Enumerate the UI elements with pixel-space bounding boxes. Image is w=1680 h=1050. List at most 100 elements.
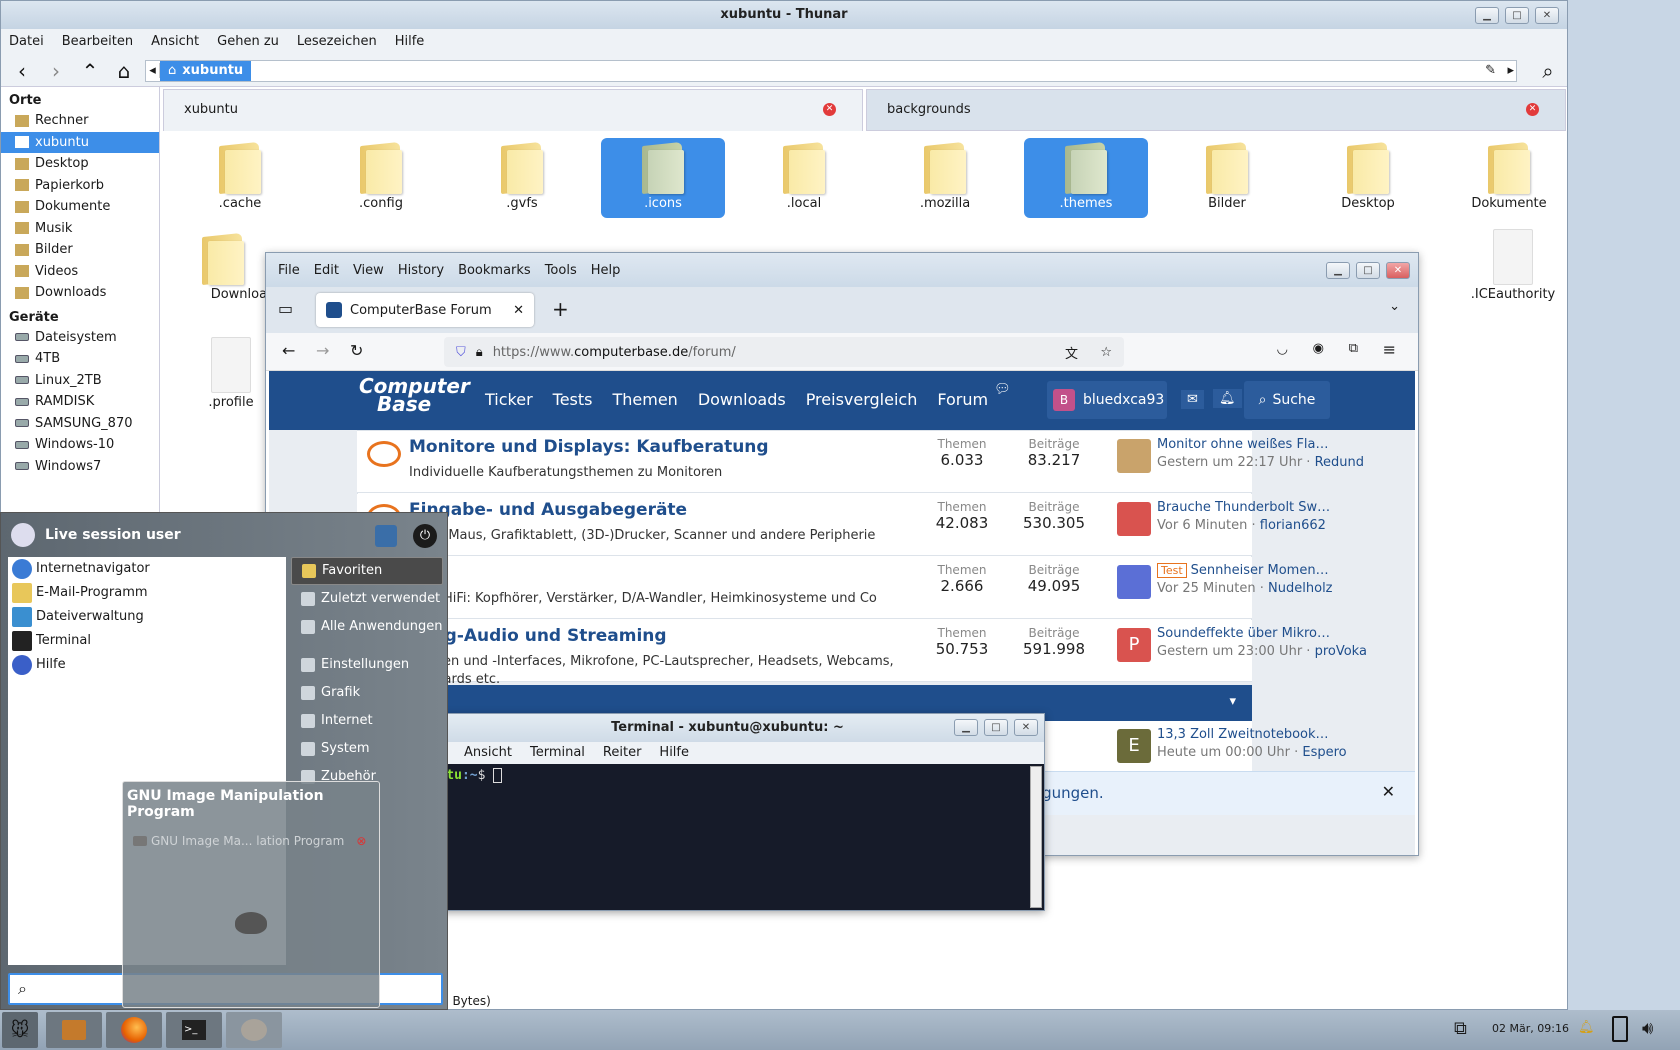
reload-icon[interactable]: ↻ [350,341,363,360]
cb-search-button[interactable]: ⌕ Suche [1244,381,1330,419]
volume-icon[interactable]: 🔊︎ [1642,1018,1653,1039]
file-item[interactable]: .config [319,138,443,218]
path-right-arrow-icon[interactable]: ▸ [1507,63,1514,78]
tab-list-icon[interactable]: ⌄ [1389,299,1400,314]
pocket-icon[interactable]: ◡ [1277,342,1288,357]
file-item[interactable]: Dokumente [1447,138,1571,218]
tab-overview-icon[interactable]: ▭ [278,299,293,318]
forum-title[interactable]: Eingabe- und Ausgabegeräte [409,500,687,520]
file-item[interactable]: .ICEauthority [1451,229,1575,309]
file-item[interactable]: .gvfs [460,138,584,218]
file-item[interactable]: Download [178,229,275,309]
sidebar-item-papierkorb[interactable]: Papierkorb [1,175,159,197]
file-item[interactable]: .themes [1024,138,1148,218]
bookmark-star-icon[interactable]: ☆ [1100,345,1112,360]
tab-xubuntu[interactable]: xubuntu ✕ [163,89,863,131]
file-item[interactable]: Desktop [1306,138,1430,218]
last-post-user[interactable]: florian662 [1260,518,1326,533]
menu-gehen-zu[interactable]: Gehen zu [217,29,279,55]
menu-edit[interactable]: Edit [314,263,339,278]
sidebar-item-videos[interactable]: Videos [1,261,159,283]
menu-ansicht[interactable]: Ansicht [151,29,199,55]
browser-tab[interactable]: ComputerBase Forum ✕ [316,293,534,327]
category-1[interactable]: Zuletzt verwendet [291,585,443,613]
favorite-item-1[interactable]: E-Mail-Programm [8,581,286,605]
nav-preisvergleich[interactable]: Preisvergleich [806,390,918,409]
tab-close-icon[interactable]: ✕ [823,103,836,116]
minimize-button[interactable]: ▁ [1475,7,1499,24]
sidebar-device-windows7[interactable]: Windows7 [1,456,159,478]
mail-icon[interactable]: ✉ [1181,390,1204,409]
sidebar-device-linux_2tb[interactable]: Linux_2TB [1,370,159,392]
search-icon[interactable]: ⌕ [1535,58,1561,84]
sidebar-device-windows-10[interactable]: Windows-10 [1,434,159,456]
last-post-title[interactable]: Brauche Thunderbolt Switch … [1157,500,1332,515]
menu-help[interactable]: Help [591,263,621,278]
edit-path-icon[interactable]: ✎ [1485,63,1496,78]
favorite-item-4[interactable]: Hilfe [8,653,286,677]
menu-history[interactable]: History [398,263,444,278]
last-post-title[interactable]: 13,3 Zoll Zweitnotebook gebr… [1157,727,1332,742]
whisker-menu-button[interactable]: 🐭︎ [2,1012,38,1048]
last-post-user[interactable]: Redund [1315,455,1364,470]
sidebar-device-4tb[interactable]: 4TB [1,348,159,370]
menu-ansicht[interactable]: Ansicht [464,742,512,764]
terminal-scrollbar[interactable] [1030,766,1042,908]
location-button[interactable]: ⌂ xubuntu [160,60,252,81]
file-item[interactable]: Bilder [1165,138,1289,218]
nav-forum[interactable]: Forum [937,390,988,409]
firefox-titlebar[interactable]: File Edit View History Bookmarks Tools H… [266,253,1418,287]
terminal-output[interactable]: ubuntu:~$ [411,764,1044,787]
location-bar[interactable]: ◂ ⌂ xubuntu ✎ ▸ [145,59,1517,82]
tooltip-item[interactable]: GNU Image Ma... lation Program ⊗ [123,834,379,848]
url-bar[interactable]: ⛉ 🔒︎ https://www.computerbase.de/forum/ … [444,337,1124,367]
sidebar-item-dokumente[interactable]: Dokumente [1,196,159,218]
maximize-button[interactable]: □ [984,719,1008,736]
sidebar-item-desktop[interactable]: Desktop [1,153,159,175]
nav-downloads[interactable]: Downloads [698,390,786,409]
menu-terminal[interactable]: Terminal [530,742,585,764]
close-button[interactable]: ✕ [1386,262,1410,279]
cb-user-box[interactable]: B bluedxca93 [1047,381,1167,419]
category-5[interactable]: Internet [291,707,443,735]
file-item[interactable]: .local [742,138,866,218]
tab-close-icon[interactable]: ✕ [1526,103,1539,116]
favorite-item-0[interactable]: Internetnavigator [8,557,286,581]
notification-bell-icon[interactable]: 🔔︎ [1578,1020,1595,1035]
menu-datei[interactable]: Datei [9,29,44,55]
task-thunar[interactable] [46,1012,102,1048]
nav-ticker[interactable]: Ticker [485,390,533,409]
forum-row[interactable]: Monitore und Displays: Kaufberatung Indiv… [357,431,1364,493]
last-post-user[interactable]: proVoka [1315,644,1367,659]
file-item[interactable]: .cache [178,138,302,218]
forum-row[interactable]: Eingabe- und Ausgabegeräte ...tur, Maus, … [357,494,1332,556]
battery-icon[interactable] [1612,1016,1628,1042]
category-3[interactable]: Einstellungen [291,651,443,679]
task-terminal[interactable]: >_ [166,1012,222,1048]
file-item[interactable]: .profile [191,337,271,417]
menu-lesezeichen[interactable]: Lesezeichen [297,29,377,55]
nav-tests[interactable]: Tests [553,390,593,409]
menu-file[interactable]: File [278,263,300,278]
sidebar-item-xubuntu[interactable]: xubuntu [1,131,159,153]
clock[interactable]: 02 Mär, 09:16 [1492,1022,1569,1035]
last-post-user[interactable]: Nudelholz [1268,581,1332,596]
forward-icon[interactable]: → [316,341,329,360]
tab-close-icon[interactable]: ✕ [513,303,524,318]
category-4[interactable]: Grafik [291,679,443,707]
last-post-user[interactable]: Espero [1302,745,1346,760]
task-firefox[interactable] [106,1012,162,1048]
sidebar-device-ramdisk[interactable]: RAMDISK [1,391,159,413]
thunar-titlebar[interactable]: xubuntu - Thunar ▁ □ ✕ [1,1,1567,29]
maximize-button[interactable]: □ [1505,7,1529,24]
minimize-button[interactable]: ▁ [954,719,978,736]
tab-backgrounds[interactable]: backgrounds ✕ [866,89,1566,131]
shield-icon[interactable]: ⛉ [456,345,466,360]
category-0[interactable]: Favoriten [291,557,443,585]
notice-close-icon[interactable]: ✕ [1382,782,1395,801]
last-post-title[interactable]: Soundeffekte über Mikrofon a… [1157,626,1332,641]
close-window-icon[interactable]: ⊗ [356,834,366,848]
menu-bookmarks[interactable]: Bookmarks [458,263,531,278]
back-icon[interactable]: ‹ [9,58,35,84]
home-icon[interactable]: ⌂ [111,58,137,84]
